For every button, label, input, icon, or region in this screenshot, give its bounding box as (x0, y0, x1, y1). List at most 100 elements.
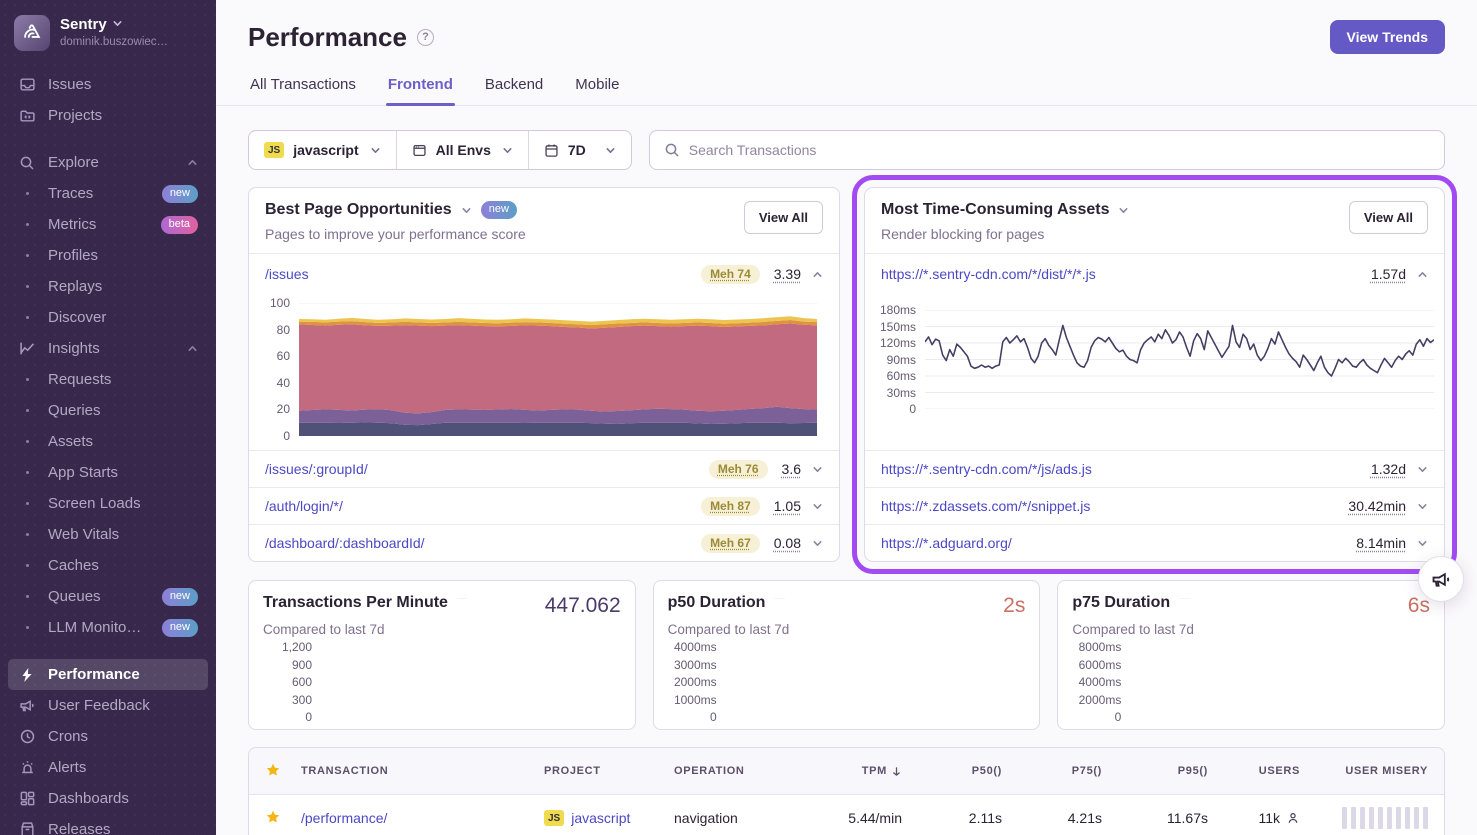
sidebar-item-issues[interactable]: Issues (8, 69, 208, 100)
tab-mobile[interactable]: Mobile (573, 68, 621, 105)
column-header-user-misery[interactable]: USER MISERY (1300, 765, 1428, 777)
y-axis-labels: 180ms150ms120ms90ms60ms30ms0 (869, 310, 925, 409)
sidebar-item-queues[interactable]: Queuesnew (8, 581, 208, 612)
sidebar-item-web-vitals[interactable]: Web Vitals (8, 519, 208, 550)
date-range-filter[interactable]: 7D (529, 131, 631, 169)
list-item[interactable]: https://*.sentry-cdn.com/*/js/ads.js1.32… (865, 450, 1444, 487)
sidebar-item-explore[interactable]: Explore (8, 147, 208, 178)
chevron-down-icon[interactable] (812, 538, 823, 549)
column-header-operation[interactable]: OPERATION (674, 765, 786, 777)
item-link[interactable]: /issues/:groupId/ (265, 461, 709, 477)
main-area: Performance ? View Trends All Transactio… (216, 0, 1477, 835)
list-item[interactable]: /auth/login/*/Meh 871.05 (249, 487, 839, 524)
feedback-fab-button[interactable] (1418, 556, 1464, 602)
sidebar-item-insights[interactable]: Insights (8, 333, 208, 364)
environment-filter-label: All Envs (436, 142, 491, 158)
page-filter-bar: JS javascript All Envs 7D (248, 130, 632, 170)
item-link[interactable]: /auth/login/*/ (265, 498, 701, 514)
chevron-down-icon[interactable] (1417, 501, 1428, 512)
chevron-down-icon (112, 16, 123, 33)
sidebar-item-caches[interactable]: Caches (8, 550, 208, 581)
column-header-transaction[interactable]: TRANSACTION (301, 765, 544, 777)
item-link[interactable]: https://*.adguard.org/ (881, 535, 1342, 551)
sidebar-item-assets[interactable]: Assets (8, 426, 208, 457)
chevron-down-icon (502, 145, 513, 156)
asset-link[interactable]: https://*.sentry-cdn.com/*/dist/*/*.js (881, 266, 1357, 282)
expanded-asset-row[interactable]: https://*.sentry-cdn.com/*/dist/*/*.js 1… (865, 254, 1444, 294)
sidebar-item-replays[interactable]: Replays (8, 271, 208, 302)
asset-duration-chart: 180ms150ms120ms90ms60ms30ms0 (865, 294, 1444, 450)
list-item[interactable]: /issues/:groupId/Meh 763.6 (249, 450, 839, 487)
chevron-down-icon[interactable] (812, 464, 823, 475)
tab-frontend[interactable]: Frontend (386, 68, 455, 105)
view-trends-button[interactable]: View Trends (1330, 20, 1445, 54)
project-link[interactable]: javascript (571, 810, 674, 826)
date-range-label: 7D (568, 142, 586, 158)
mini-card-title: Transactions Per Minute (263, 594, 448, 612)
chevron-down-icon[interactable] (1118, 205, 1129, 216)
sidebar-item-requests[interactable]: Requests (8, 364, 208, 395)
mini-card-title: p50 Duration (668, 594, 766, 612)
sidebar-item-dashboards[interactable]: Dashboards (8, 783, 208, 814)
sidebar-item-discover[interactable]: Discover (8, 302, 208, 333)
chevron-down-icon[interactable] (461, 205, 472, 216)
sidebar-item-releases[interactable]: Releases (8, 814, 208, 835)
favorite-star[interactable] (265, 809, 301, 828)
mini-chart: 4000ms3000ms2000ms1000ms0 (668, 647, 1026, 717)
y-axis-labels: 8000ms6000ms4000ms2000ms0 (1072, 647, 1130, 717)
sidebar-item-profiles[interactable]: Profiles (8, 240, 208, 271)
item-link[interactable]: https://*.zdassets.com/*/snippet.js (881, 498, 1334, 514)
transactions-table: TRANSACTION PROJECT OPERATION TPM P50() … (248, 747, 1445, 835)
column-header-tpm[interactable]: TPM (786, 765, 902, 777)
help-icon[interactable]: ? (417, 29, 434, 46)
sidebar-item-llm-monitoring[interactable]: LLM Monito…new (8, 612, 208, 643)
sidebar-item-traces[interactable]: Tracesnew (8, 178, 208, 209)
y-axis-labels: 1,2009006003000 (263, 647, 321, 717)
chevron-down-icon[interactable] (1179, 598, 1190, 609)
chevron-down-icon[interactable] (457, 598, 468, 609)
chevron-down-icon[interactable] (812, 501, 823, 512)
list-item[interactable]: https://*.adguard.org/8.14min (865, 524, 1444, 561)
sort-descending-icon (891, 766, 902, 777)
column-header-p50[interactable]: P50() (902, 765, 1002, 777)
sidebar-item-queries[interactable]: Queries (8, 395, 208, 426)
column-header-p75[interactable]: P75() (1002, 765, 1102, 777)
page-score-chart: 100806040200 (249, 294, 839, 450)
favorite-column-header[interactable] (265, 762, 301, 781)
column-header-project[interactable]: PROJECT (544, 765, 674, 777)
list-item[interactable]: /dashboard/:dashboardId/Meh 670.08 (249, 524, 839, 561)
tab-backend[interactable]: Backend (483, 68, 545, 105)
item-link[interactable]: https://*.sentry-cdn.com/*/js/ads.js (881, 461, 1357, 477)
transaction-link[interactable]: /performance/ (301, 810, 544, 826)
sidebar-item-user-feedback[interactable]: User Feedback (8, 690, 208, 721)
sidebar-item-metrics[interactable]: Metricsbeta (8, 209, 208, 240)
view-all-button[interactable]: View All (1349, 201, 1428, 234)
chevron-up-icon[interactable] (812, 269, 823, 280)
chevron-down-icon[interactable] (1417, 464, 1428, 475)
sidebar-item-app-starts[interactable]: App Starts (8, 457, 208, 488)
chevron-down-icon[interactable] (1417, 538, 1428, 549)
tab-all-transactions[interactable]: All Transactions (248, 68, 358, 105)
org-switcher[interactable]: Sentry dominik.buszowiec… (0, 0, 216, 59)
expanded-page-row[interactable]: /issues Meh 74 3.39 (249, 254, 839, 294)
column-header-users[interactable]: USERS (1208, 765, 1300, 777)
view-all-button[interactable]: View All (744, 201, 823, 234)
item-value: 0.08 (774, 535, 801, 551)
chevron-up-icon[interactable] (1417, 269, 1428, 280)
bullet-dot (18, 378, 36, 381)
search-input[interactable] (689, 142, 1430, 158)
item-value: 8.14min (1356, 535, 1406, 551)
sidebar-item-alerts[interactable]: Alerts (8, 752, 208, 783)
column-header-p95[interactable]: P95() (1102, 765, 1208, 777)
project-filter[interactable]: JS javascript (249, 131, 397, 169)
item-link[interactable]: /dashboard/:dashboardId/ (265, 535, 701, 551)
list-item[interactable]: https://*.zdassets.com/*/snippet.js30.42… (865, 487, 1444, 524)
sidebar-item-projects[interactable]: Projects (8, 100, 208, 131)
sidebar-item-performance[interactable]: Performance (8, 659, 208, 690)
sidebar: Sentry dominik.buszowiec… Issues Project… (0, 0, 216, 835)
sidebar-item-screen-loads[interactable]: Screen Loads (8, 488, 208, 519)
environment-filter[interactable]: All Envs (397, 131, 529, 169)
transaction-link[interactable]: /issues (265, 266, 701, 282)
sidebar-item-crons[interactable]: Crons (8, 721, 208, 752)
chevron-down-icon[interactable] (774, 598, 785, 609)
